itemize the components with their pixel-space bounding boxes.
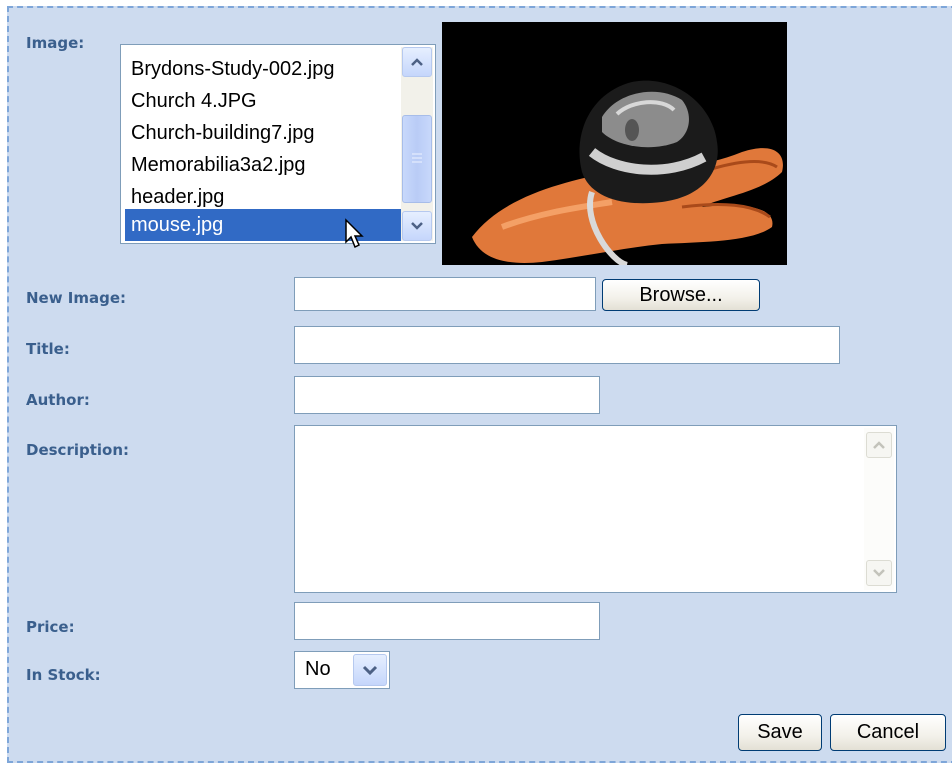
in-stock-select[interactable]: No bbox=[294, 651, 390, 689]
title-input[interactable] bbox=[294, 326, 840, 364]
dropdown-button[interactable] bbox=[353, 654, 387, 686]
title-label: Title: bbox=[26, 340, 70, 358]
author-label: Author: bbox=[26, 391, 90, 409]
list-item[interactable]: Church-building7.jpg bbox=[125, 117, 401, 149]
chevron-up-icon bbox=[873, 441, 885, 449]
mouse-pointer-icon bbox=[345, 218, 364, 249]
image-preview bbox=[442, 22, 787, 265]
new-image-label: New Image: bbox=[26, 289, 127, 307]
in-stock-label: In Stock: bbox=[26, 666, 101, 684]
listbox-scrollbar[interactable] bbox=[401, 47, 433, 241]
grip-icon bbox=[412, 153, 422, 163]
author-input[interactable] bbox=[294, 376, 600, 414]
scroll-down-button[interactable] bbox=[402, 211, 432, 241]
image-label: Image: bbox=[26, 34, 85, 52]
description-textarea[interactable] bbox=[294, 425, 897, 593]
list-item[interactable]: Church 4.JPG bbox=[125, 85, 401, 117]
save-button[interactable]: Save bbox=[738, 714, 822, 751]
price-label: Price: bbox=[26, 618, 75, 636]
scroll-thumb[interactable] bbox=[402, 115, 432, 203]
chevron-down-icon bbox=[362, 665, 378, 676]
list-item[interactable]: Memorabilia3a2.jpg bbox=[125, 149, 401, 181]
scroll-up-button[interactable] bbox=[866, 432, 892, 458]
chevron-up-icon bbox=[411, 58, 423, 66]
scroll-up-button[interactable] bbox=[402, 47, 432, 77]
description-scrollbar[interactable] bbox=[864, 428, 894, 590]
chevron-down-icon bbox=[411, 222, 423, 230]
browse-button[interactable]: Browse... bbox=[602, 279, 760, 311]
price-input[interactable] bbox=[294, 602, 600, 640]
image-listbox[interactable]: Brydons-Study-002.jpg Church 4.JPG Churc… bbox=[120, 44, 436, 244]
scroll-down-button[interactable] bbox=[866, 560, 892, 586]
list-item[interactable]: Brydons-Study-002.jpg bbox=[125, 53, 401, 85]
in-stock-selected-value: No bbox=[305, 658, 331, 680]
chevron-down-icon bbox=[873, 569, 885, 577]
description-label: Description: bbox=[26, 441, 130, 459]
cancel-button[interactable]: Cancel bbox=[830, 714, 946, 751]
new-image-file-input[interactable] bbox=[294, 277, 596, 311]
